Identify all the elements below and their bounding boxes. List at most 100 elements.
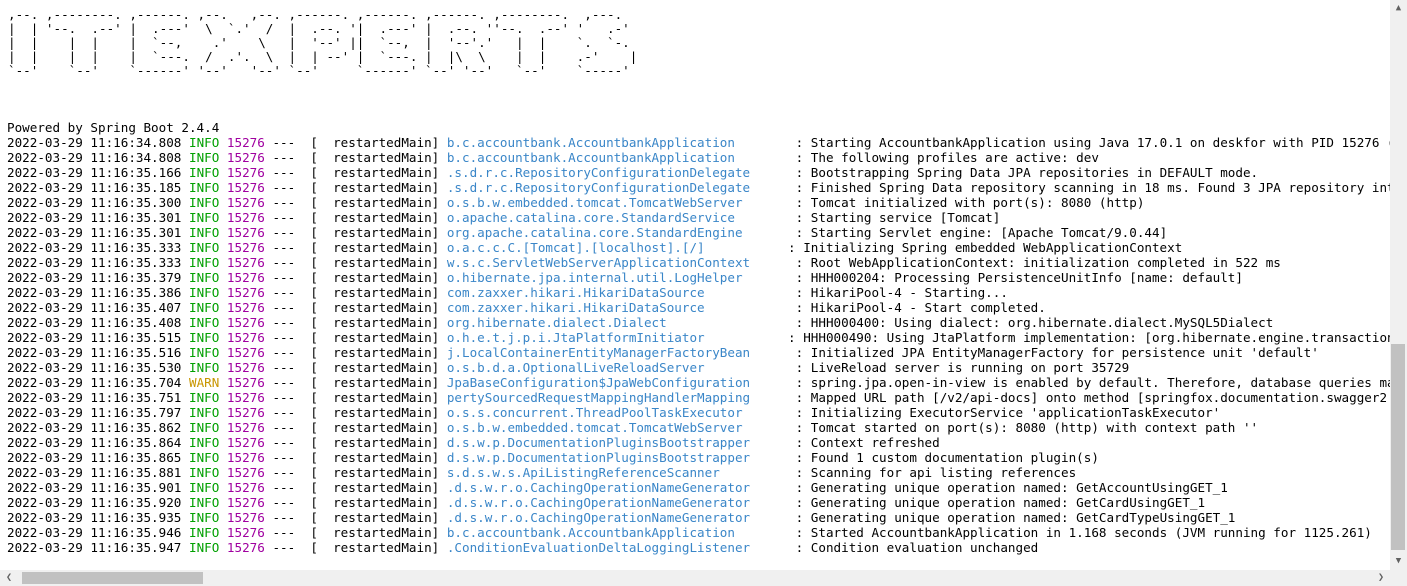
log-message: : Condition evaluation unchanged (780, 540, 1039, 555)
log-timestamp: 2022-03-29 11:16:35.751 (7, 390, 182, 405)
log-level: INFO (188, 270, 220, 285)
log-timestamp: 2022-03-29 11:16:35.920 (7, 495, 182, 510)
log-thread: --- [ restartedMain] (272, 315, 440, 330)
log-level: INFO (188, 390, 220, 405)
log-pid: 15276 (226, 435, 265, 450)
banner-line: | | '--. .--' | .---' \ `.' / | .--. '| … (8, 21, 630, 36)
horizontal-scrollbar[interactable]: ❮ ❯ (0, 570, 1390, 586)
log-level: INFO (188, 405, 220, 420)
log-timestamp: 2022-03-29 11:16:35.704 (7, 375, 182, 390)
log-pid: 15276 (226, 375, 265, 390)
log-level: INFO (188, 210, 220, 225)
log-thread: --- [ restartedMain] (272, 435, 440, 450)
log-timestamp: 2022-03-29 11:16:35.379 (7, 270, 182, 285)
log-logger: o.a.c.c.C.[Tomcat].[localhost].[/] (446, 240, 773, 255)
log-level: INFO (188, 195, 220, 210)
log-logger: o.hibernate.jpa.internal.util.LogHelper (446, 270, 781, 285)
log-line: 2022-03-29 11:16:35.862 INFO 15276 --- [… (7, 420, 1390, 435)
log-logger: pertySourcedRequestMappingHandlerMapping (446, 390, 781, 405)
log-timestamp: 2022-03-29 11:16:35.865 (7, 450, 182, 465)
log-thread: --- [ restartedMain] (272, 450, 440, 465)
log-level: INFO (188, 285, 220, 300)
log-logger: o.s.s.concurrent.ThreadPoolTaskExecutor (446, 405, 781, 420)
log-thread: --- [ restartedMain] (272, 375, 440, 390)
log-message: : The following profiles are active: dev (780, 150, 1099, 165)
log-level: INFO (188, 420, 220, 435)
log-level: INFO (188, 510, 220, 525)
log-line: 2022-03-29 11:16:35.300 INFO 15276 --- [… (7, 195, 1390, 210)
log-thread: --- [ restartedMain] (272, 195, 440, 210)
log-line: 2022-03-29 11:16:35.515 INFO 15276 --- [… (7, 330, 1390, 345)
log-message: : Bootstrapping Spring Data JPA reposito… (780, 165, 1259, 180)
log-message: : HHH000490: Using JtaPlatform implement… (788, 330, 1390, 345)
scrollbar-corner (1390, 570, 1407, 586)
log-thread: --- [ restartedMain] (272, 210, 440, 225)
log-logger: .s.d.r.c.RepositoryConfigurationDelegate (446, 165, 781, 180)
log-timestamp: 2022-03-29 11:16:35.185 (7, 180, 182, 195)
log-message: : Mapped URL path [/v2/api-docs] onto me… (795, 390, 1390, 405)
log-timestamp: 2022-03-29 11:16:35.864 (7, 435, 182, 450)
log-pid: 15276 (226, 450, 265, 465)
scroll-left-arrow-icon[interactable]: ❮ (2, 570, 16, 586)
log-timestamp: 2022-03-29 11:16:35.333 (7, 240, 182, 255)
log-pid: 15276 (226, 495, 265, 510)
console-output[interactable]: ,--. ,--------. ,------. ,--. ,--. ,----… (0, 0, 1390, 570)
log-thread: --- [ restartedMain] (272, 330, 440, 345)
log-timestamp: 2022-03-29 11:16:35.947 (7, 540, 182, 555)
log-thread: --- [ restartedMain] (272, 510, 440, 525)
log-line: 2022-03-29 11:16:35.751 INFO 15276 --- [… (7, 390, 1390, 405)
log-logger: o.h.e.t.j.p.i.JtaPlatformInitiator (446, 330, 773, 345)
log-thread: --- [ restartedMain] (272, 465, 440, 480)
log-message: : Found 1 custom documentation plugin(s) (780, 450, 1099, 465)
scroll-up-arrow-icon[interactable]: ▲ (1390, 0, 1407, 17)
log-pid: 15276 (226, 405, 265, 420)
log-thread: --- [ restartedMain] (272, 165, 440, 180)
log-logger: .s.d.r.c.RepositoryConfigurationDelegate (446, 180, 781, 195)
log-timestamp: 2022-03-29 11:16:35.300 (7, 195, 182, 210)
log-message: : LiveReload server is running on port 3… (780, 360, 1130, 375)
log-logger: w.s.c.ServletWebServerApplicationContext (446, 255, 781, 270)
log-pid: 15276 (226, 240, 265, 255)
log-message: : Starting service [Tomcat] (780, 210, 1001, 225)
log-line: 2022-03-29 11:16:35.301 INFO 15276 --- [… (7, 210, 1390, 225)
log-message: : Initializing Spring embedded WebApplic… (772, 240, 1183, 255)
log-thread: --- [ restartedMain] (272, 285, 440, 300)
log-message: : Context refreshed (780, 435, 940, 450)
log-timestamp: 2022-03-29 11:16:35.333 (7, 255, 182, 270)
log-logger: .d.s.w.r.o.CachingOperationNameGenerator (446, 480, 781, 495)
log-line: 2022-03-29 11:16:35.901 INFO 15276 --- [… (7, 480, 1390, 495)
log-thread: --- [ restartedMain] (272, 495, 440, 510)
horizontal-scroll-thumb[interactable] (22, 572, 203, 584)
log-timestamp: 2022-03-29 11:16:35.530 (7, 360, 182, 375)
log-message: : Initializing ExecutorService 'applicat… (780, 405, 1221, 420)
log-pid: 15276 (226, 225, 265, 240)
log-timestamp: 2022-03-29 11:16:35.935 (7, 510, 182, 525)
log-level: INFO (188, 480, 220, 495)
log-logger: b.c.accountbank.AccountbankApplication (446, 150, 781, 165)
log-logger: d.s.w.p.DocumentationPluginsBootstrapper (446, 450, 781, 465)
log-logger: .ConditionEvaluationDeltaLoggingListener (446, 540, 781, 555)
log-level: INFO (188, 345, 220, 360)
log-pid: 15276 (226, 270, 265, 285)
log-logger: JpaBaseConfiguration$JpaWebConfiguration (446, 375, 781, 390)
log-pid: 15276 (226, 510, 265, 525)
vertical-scroll-thumb[interactable] (1391, 344, 1405, 550)
scroll-right-arrow-icon[interactable]: ❯ (1374, 570, 1388, 586)
log-thread: --- [ restartedMain] (272, 360, 440, 375)
scroll-down-arrow-icon[interactable]: ▼ (1390, 553, 1407, 570)
log-pid: 15276 (226, 180, 265, 195)
log-lines: 2022-03-29 11:16:34.808 INFO 15276 --- [… (7, 135, 1390, 555)
log-level: INFO (188, 225, 220, 240)
log-timestamp: 2022-03-29 11:16:35.797 (7, 405, 182, 420)
log-pid: 15276 (226, 195, 265, 210)
log-pid: 15276 (226, 525, 265, 540)
vertical-scrollbar[interactable]: ▲ ▼ (1390, 0, 1407, 570)
log-level: INFO (188, 255, 220, 270)
log-timestamp: 2022-03-29 11:16:35.301 (7, 210, 182, 225)
log-pid: 15276 (226, 285, 265, 300)
log-timestamp: 2022-03-29 11:16:35.166 (7, 165, 182, 180)
log-thread: --- [ restartedMain] (272, 240, 440, 255)
log-message: : Finished Spring Data repository scanni… (780, 180, 1390, 195)
log-line: 2022-03-29 11:16:35.301 INFO 15276 --- [… (7, 225, 1390, 240)
log-thread: --- [ restartedMain] (272, 480, 440, 495)
